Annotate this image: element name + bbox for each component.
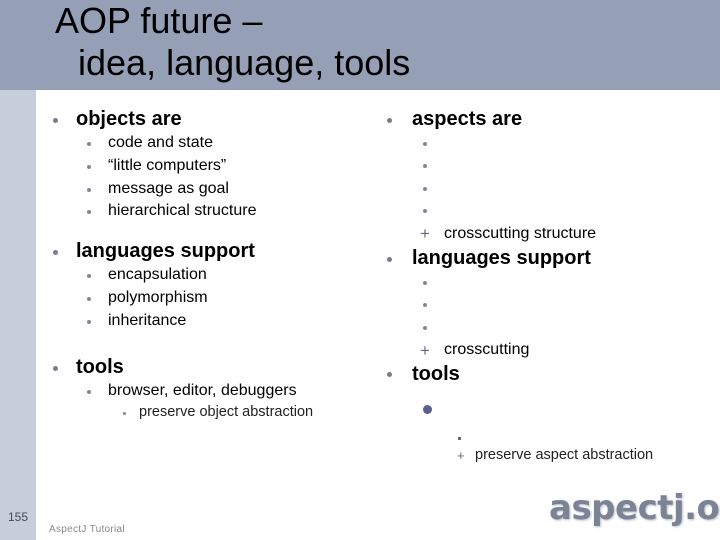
heading-languages-support-right: languages support [412, 247, 591, 269]
bullet-icon [458, 437, 461, 440]
bullet-icon [87, 142, 91, 146]
heading-tools-right: tools [412, 363, 460, 385]
list-subitem: preserve object abstraction [139, 404, 314, 420]
bullet-icon [423, 209, 427, 213]
bullet-icon [423, 164, 427, 168]
title-line-1: AOP future – [55, 0, 263, 41]
bullet-icon [423, 187, 427, 191]
list-item: code and state [108, 134, 213, 151]
plus-icon: + [420, 224, 430, 243]
title-line-2: idea, language, tools [78, 42, 411, 83]
plus-icon: + [420, 341, 430, 360]
heading-aspects: aspects are [412, 108, 523, 130]
bullet-icon [53, 250, 58, 255]
list-item: crosscutting structure [444, 225, 597, 242]
list-item: encapsulation [108, 266, 207, 283]
list-item: browser, editor, debuggers [108, 382, 297, 399]
bullet-icon [87, 165, 91, 169]
list-item: polymorphism [108, 289, 208, 306]
heading-languages-support: languages support [76, 240, 255, 262]
bullet-icon [423, 142, 427, 146]
bullet-icon [53, 366, 58, 371]
slide-number: 155 [7, 510, 29, 524]
heading-tools: tools [76, 356, 124, 378]
bullet-icon [87, 297, 91, 301]
bullet-icon [423, 281, 427, 285]
aspectj-logo: aspectj.org [549, 488, 720, 528]
bullet-icon [87, 274, 91, 278]
bullet-icon [423, 326, 427, 330]
bullet-icon [387, 118, 392, 123]
footer-text: AspectJ Tutorial [49, 524, 125, 535]
title-bar: AOP future – idea, language, tools [0, 0, 720, 90]
bullet-icon [87, 320, 91, 324]
bullet-icon [87, 390, 91, 394]
plus-icon: + [457, 448, 465, 463]
sidebar-strip [0, 90, 36, 540]
bullet-icon [87, 188, 91, 192]
list-item: crosscutting [444, 341, 530, 358]
list-item: inheritance [108, 312, 187, 329]
bullet-icon [387, 372, 392, 377]
list-item: “little computers” [108, 157, 227, 174]
bullet-icon [423, 303, 427, 307]
bullet-icon [387, 257, 392, 262]
list-item: message as goal [108, 180, 229, 197]
bullet-icon [123, 412, 126, 415]
bullet-icon [423, 405, 432, 414]
list-item: hierarchical structure [108, 202, 257, 219]
bullet-icon [87, 210, 91, 214]
list-subitem: preserve aspect abstraction [475, 447, 654, 463]
bullet-icon [53, 118, 58, 123]
heading-objects: objects are [76, 108, 182, 130]
